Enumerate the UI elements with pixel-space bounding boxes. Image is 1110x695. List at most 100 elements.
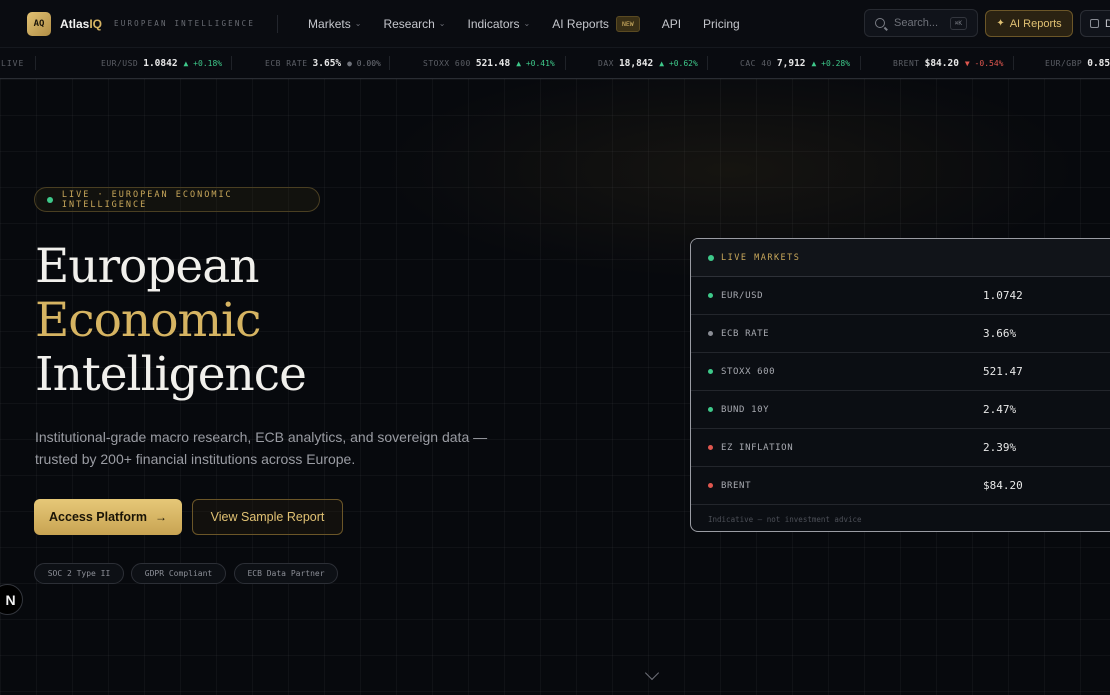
brand-name[interactable]: AtlasIQ bbox=[60, 17, 102, 31]
ticker-label: ECB RATE bbox=[265, 59, 308, 68]
ticker-divider bbox=[231, 56, 232, 70]
market-row-ez-inflation[interactable]: EZ INFLATION 2.39% bbox=[691, 429, 1110, 467]
live-markets-panel: LIVE MARKETS EUR/USD 1.0742 ECB RATE 3.6… bbox=[690, 238, 1110, 532]
ticker-label: DAX bbox=[598, 59, 614, 68]
ticker-change: ▲ +0.18% bbox=[183, 59, 223, 68]
ticker-item-eurgbp[interactable]: EUR/GBP 0.85 bbox=[1045, 58, 1110, 69]
search-input[interactable]: Search... ⌘K bbox=[864, 9, 978, 37]
nav-item-api[interactable]: API bbox=[662, 17, 681, 31]
brand-accent: IQ bbox=[89, 16, 103, 31]
cert-badge-gdpr: GDPR Compliant bbox=[131, 563, 226, 584]
status-dot-icon bbox=[708, 331, 713, 336]
ticker-divider bbox=[707, 56, 708, 70]
access-platform-button[interactable]: Access Platform → bbox=[34, 499, 182, 535]
hero-title: European Economic Intelligence bbox=[35, 239, 307, 402]
market-value: 521.47 bbox=[983, 365, 1023, 378]
live-status-pill: LIVE · EUROPEAN ECONOMIC INTELLIGENCE bbox=[34, 187, 320, 212]
nav-divider bbox=[277, 14, 279, 33]
nav-item-ai-reports[interactable]: AI Reports NEW bbox=[552, 15, 640, 32]
cert-badge-ecb: ECB Data Partner bbox=[234, 563, 338, 584]
ticker-live-label: LIVE bbox=[1, 59, 25, 68]
arrow-right-icon: → bbox=[154, 510, 167, 524]
ticker-value: 7,912 bbox=[776, 58, 806, 69]
ticker-label: STOXX 600 bbox=[423, 59, 471, 68]
ticker-item-ecb-rate[interactable]: ECB RATE 3.65% ● 0.00% bbox=[265, 58, 381, 69]
search-shortcut: ⌘K bbox=[949, 17, 967, 30]
live-markets-title: LIVE MARKETS bbox=[721, 252, 801, 263]
nav-item-markets[interactable]: Markets ⌄ bbox=[308, 17, 361, 31]
ai-reports-label: AI Reports bbox=[1009, 17, 1062, 30]
ticker-label: EUR/USD bbox=[101, 59, 139, 68]
market-row-ecb-rate[interactable]: ECB RATE 3.66% bbox=[691, 315, 1110, 353]
ticker-change: ▲ +0.62% bbox=[659, 59, 698, 68]
ticker-divider bbox=[35, 56, 36, 70]
ticker-value: 1.0842 bbox=[143, 58, 178, 69]
market-value: $84.20 bbox=[983, 479, 1023, 492]
new-badge: NEW bbox=[615, 15, 640, 32]
market-value: 3.66% bbox=[983, 327, 1017, 340]
market-name: EUR/USD bbox=[721, 290, 764, 301]
dashboard-button-label: D bbox=[1105, 17, 1110, 30]
cert-badge-soc2: SOC 2 Type II bbox=[34, 563, 124, 584]
chevron-down-icon: ⌄ bbox=[354, 19, 362, 28]
ticker-item-dax[interactable]: DAX 18,842 ▲ +0.62% bbox=[598, 58, 698, 69]
logo-icon[interactable]: AQ bbox=[27, 11, 51, 36]
ticker-change: ▲ +0.41% bbox=[516, 59, 555, 68]
live-markets-header: LIVE MARKETS bbox=[691, 239, 1110, 277]
ticker-value: 0.85 bbox=[1087, 58, 1110, 69]
market-value: 2.47% bbox=[983, 403, 1017, 416]
ticker-divider bbox=[389, 56, 390, 70]
market-name: ECB RATE bbox=[721, 328, 770, 339]
ticker-divider bbox=[1013, 56, 1014, 70]
hero-title-line-1: European bbox=[35, 239, 260, 294]
markets-disclaimer: Indicative — not investment advice bbox=[708, 514, 862, 524]
ticker-item-stoxx-600[interactable]: STOXX 600 521.48 ▲ +0.41% bbox=[423, 58, 555, 69]
market-name: EZ INFLATION bbox=[721, 442, 794, 453]
chevron-down-icon: ⌄ bbox=[438, 19, 446, 28]
ticker-item-brent[interactable]: BRENT $84.20 ▼ -0.54% bbox=[893, 58, 1003, 69]
ticker-value: $84.20 bbox=[924, 58, 959, 69]
status-dot-icon bbox=[708, 483, 713, 488]
market-name: BRENT bbox=[721, 480, 752, 491]
market-row-brent[interactable]: BRENT $84.20 bbox=[691, 467, 1110, 505]
hero-title-line-2: Economic bbox=[35, 293, 261, 348]
status-dot-icon bbox=[708, 293, 713, 298]
ticker-value: 521.48 bbox=[475, 58, 511, 69]
nav-item-indicators[interactable]: Indicators ⌄ bbox=[468, 17, 531, 31]
chevron-down-icon: ⌄ bbox=[523, 19, 531, 28]
ticker-item-eurusd[interactable]: EUR/USD 1.0842 ▲ +0.18% bbox=[101, 58, 222, 69]
nav-item-label: AI Reports bbox=[552, 16, 609, 31]
ticker-change: ● 0.00% bbox=[347, 59, 381, 68]
brand-main: Atlas bbox=[60, 16, 90, 31]
ticker-change: ▲ +0.28% bbox=[811, 59, 851, 68]
top-navigation: AQ AtlasIQ EUROPEAN INTELLIGENCE Markets… bbox=[0, 0, 1110, 47]
access-platform-label: Access Platform bbox=[49, 510, 147, 524]
ticker-label: BRENT bbox=[893, 59, 920, 68]
ticker-item-cac-40[interactable]: CAC 40 7,912 ▲ +0.28% bbox=[740, 58, 850, 69]
nav-item-label: Indicators bbox=[467, 16, 520, 31]
dashboard-button[interactable]: D bbox=[1080, 10, 1110, 37]
status-dot-icon bbox=[708, 445, 713, 450]
sparkle-icon: ✦ bbox=[996, 18, 1005, 29]
ticker-label: EUR/GBP bbox=[1045, 59, 1083, 68]
ticker-divider bbox=[860, 56, 861, 70]
ticker-value: 3.65% bbox=[312, 58, 342, 69]
ai-reports-button[interactable]: ✦ AI Reports bbox=[985, 10, 1073, 37]
market-row-stoxx-600[interactable]: STOXX 600 521.47 bbox=[691, 353, 1110, 391]
scroll-down-chevron-icon[interactable] bbox=[644, 665, 660, 681]
search-icon bbox=[875, 18, 885, 28]
search-placeholder: Search... bbox=[894, 17, 939, 29]
market-row-eurusd[interactable]: EUR/USD 1.0742 bbox=[691, 277, 1110, 315]
nav-links: Markets ⌄ Research ⌄ Indicators ⌄ AI Report… bbox=[308, 15, 762, 32]
view-sample-report-button[interactable]: View Sample Report bbox=[192, 499, 343, 535]
nav-item-research[interactable]: Research ⌄ bbox=[383, 17, 445, 31]
ticker-divider bbox=[565, 56, 566, 70]
live-dot-icon bbox=[47, 196, 53, 203]
n-floating-badge[interactable]: N bbox=[0, 584, 23, 615]
market-row-bund-10y[interactable]: BUND 10Y 2.47% bbox=[691, 391, 1110, 429]
market-name: BUND 10Y bbox=[721, 404, 770, 415]
nav-item-label: Pricing bbox=[703, 16, 740, 31]
status-dot-icon bbox=[708, 369, 713, 374]
hero-title-line-3: Intelligence bbox=[35, 347, 307, 402]
nav-item-pricing[interactable]: Pricing bbox=[703, 17, 740, 31]
